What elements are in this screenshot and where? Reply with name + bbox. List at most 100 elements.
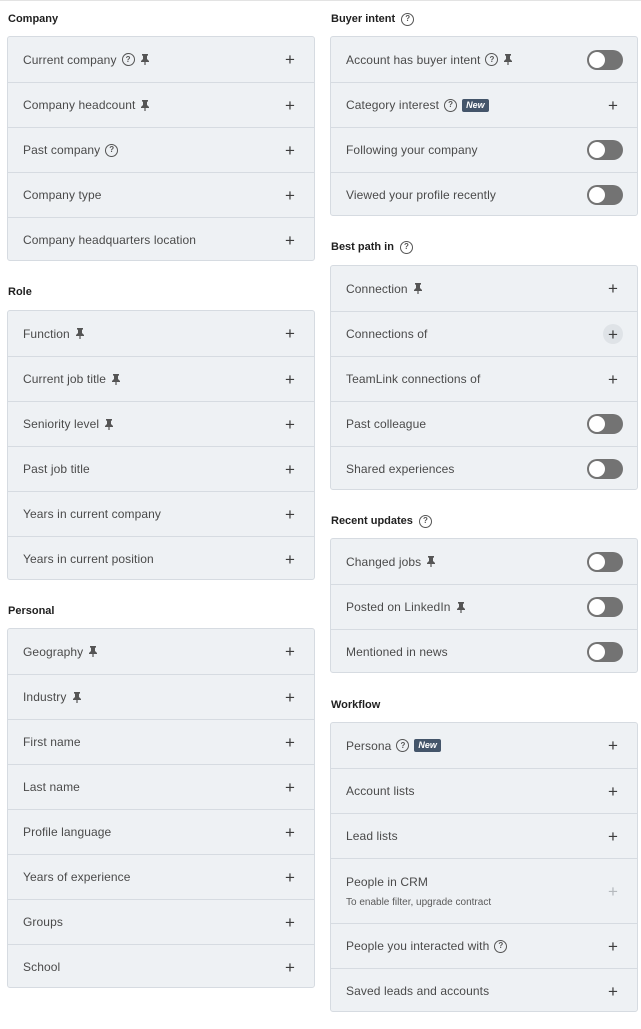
pin-icon[interactable] <box>140 99 150 111</box>
plus-icon[interactable]: + <box>280 822 300 842</box>
pin-icon[interactable] <box>503 54 513 65</box>
filter-row-years-of-experience[interactable]: Years of experience + <box>8 854 314 899</box>
plus-icon[interactable]: + <box>280 230 300 250</box>
plus-icon[interactable]: + <box>280 369 300 389</box>
filter-row-profile-language[interactable]: Profile language + <box>8 809 314 854</box>
toggle-switch[interactable] <box>587 597 623 617</box>
filter-row-past-company[interactable]: Past company? + <box>8 127 314 172</box>
filter-row-past-colleague[interactable]: Past colleague <box>331 401 637 446</box>
plus-icon[interactable]: + <box>280 642 300 662</box>
filter-row-current-company[interactable]: Current company? + <box>8 37 314 82</box>
filter-row-content: Profile language <box>23 825 280 839</box>
filter-row-function[interactable]: Function + <box>8 311 314 356</box>
filter-row-label-line: Years in current company <box>23 507 280 521</box>
filter-row-people-you-interacted-with[interactable]: People you interacted with? + <box>331 923 637 968</box>
filter-row-posted-on-linkedin[interactable]: Posted on LinkedIn <box>331 584 637 629</box>
toggle-switch[interactable] <box>587 642 623 662</box>
filter-row-current-job-title[interactable]: Current job title + <box>8 356 314 401</box>
plus-icon[interactable]: + <box>280 95 300 115</box>
filter-row-last-name[interactable]: Last name + <box>8 764 314 809</box>
help-circle-icon[interactable]: ? <box>105 143 119 157</box>
filter-row-company-headcount[interactable]: Company headcount + <box>8 82 314 127</box>
toggle-switch[interactable] <box>587 459 623 479</box>
filter-row-connection[interactable]: Connection + <box>331 266 637 311</box>
plus-icon[interactable]: + <box>603 826 623 846</box>
plus-icon[interactable]: + <box>603 324 623 344</box>
help-circle-icon[interactable]: ? <box>418 514 432 528</box>
help-circle-icon[interactable]: ? <box>401 12 415 26</box>
buyer-intent-panel: Account has buyer intent? Category intere… <box>330 36 638 216</box>
filter-row-industry[interactable]: Industry + <box>8 674 314 719</box>
filter-row-shared-experiences[interactable]: Shared experiences <box>331 446 637 491</box>
filter-row-company-type[interactable]: Company type + <box>8 172 314 217</box>
filter-row-category-interest[interactable]: Category interest? New + <box>331 82 637 127</box>
plus-icon[interactable]: + <box>280 324 300 344</box>
filter-row-label-line: Company headcount <box>23 98 280 112</box>
plus-icon[interactable]: + <box>280 867 300 887</box>
filter-row-account-has-buyer-intent[interactable]: Account has buyer intent? <box>331 37 637 82</box>
filter-label: Last name <box>23 780 80 794</box>
filter-row-geography[interactable]: Geography + <box>8 629 314 674</box>
filter-row-years-in-current-company[interactable]: Years in current company + <box>8 491 314 536</box>
plus-icon[interactable]: + <box>280 459 300 479</box>
filter-row-following-your-company[interactable]: Following your company <box>331 127 637 172</box>
pin-icon[interactable] <box>111 373 121 385</box>
plus-icon[interactable]: + <box>603 981 623 1001</box>
pin-icon[interactable] <box>88 646 98 657</box>
filter-row-seniority-level[interactable]: Seniority level + <box>8 401 314 446</box>
filter-row-groups[interactable]: Groups + <box>8 899 314 944</box>
plus-icon[interactable]: + <box>280 777 300 797</box>
toggle-switch[interactable] <box>587 185 623 205</box>
filter-row-saved-leads-and-accounts[interactable]: Saved leads and accounts + <box>331 968 637 1013</box>
toggle-switch[interactable] <box>587 551 623 572</box>
toggle-switch[interactable] <box>587 140 623 160</box>
filter-row-company-headquarters-location[interactable]: Company headquarters location + <box>8 217 314 262</box>
pin-icon[interactable] <box>140 54 150 65</box>
filter-label: Years in current position <box>23 552 154 566</box>
plus-icon[interactable]: + <box>280 732 300 752</box>
plus-icon[interactable]: + <box>280 912 300 932</box>
help-circle-icon[interactable]: ? <box>399 240 413 254</box>
plus-icon[interactable]: + <box>280 140 300 160</box>
filter-row-viewed-your-profile-recently[interactable]: Viewed your profile recently <box>331 172 637 217</box>
pin-icon[interactable] <box>426 556 436 567</box>
filter-row-years-in-current-position[interactable]: Years in current position + <box>8 536 314 581</box>
plus-icon[interactable]: + <box>280 957 300 977</box>
filter-row-people-in-crm[interactable]: People in CRM To enable filter, upgrade c… <box>331 858 637 923</box>
plus-icon[interactable]: + <box>280 50 300 70</box>
plus-icon[interactable]: + <box>280 687 300 707</box>
filter-row-first-name[interactable]: First name + <box>8 719 314 764</box>
filter-row-label-line: Changed jobs <box>346 555 587 569</box>
pin-icon[interactable] <box>456 601 466 613</box>
filter-row-teamlink-connections-of[interactable]: TeamLink connections of + <box>331 356 637 401</box>
plus-icon[interactable]: + <box>603 936 623 956</box>
toggle-switch[interactable] <box>587 414 623 434</box>
filter-row-past-job-title[interactable]: Past job title + <box>8 446 314 491</box>
plus-icon[interactable]: + <box>603 279 623 299</box>
plus-icon[interactable]: + <box>280 185 300 205</box>
filter-row-lead-lists[interactable]: Lead lists + <box>331 813 637 858</box>
help-circle-icon[interactable]: ? <box>396 739 410 752</box>
pin-icon[interactable] <box>413 283 423 294</box>
help-circle-icon[interactable]: ? <box>485 53 499 66</box>
plus-icon[interactable]: + <box>603 95 623 115</box>
plus-icon[interactable]: + <box>603 781 623 801</box>
filter-row-mentioned-in-news[interactable]: Mentioned in news <box>331 629 637 674</box>
plus-icon[interactable]: + <box>280 504 300 524</box>
filter-row-connections-of[interactable]: Connections of + <box>331 311 637 356</box>
filter-row-account-lists[interactable]: Account lists + <box>331 768 637 813</box>
plus-icon[interactable]: + <box>280 414 300 434</box>
filter-row-changed-jobs[interactable]: Changed jobs <box>331 539 637 584</box>
toggle-switch[interactable] <box>587 49 623 70</box>
plus-icon[interactable]: + <box>280 549 300 569</box>
filter-row-school[interactable]: School + <box>8 944 314 989</box>
help-circle-icon[interactable]: ? <box>494 939 508 953</box>
help-circle-icon[interactable]: ? <box>444 98 458 112</box>
pin-icon[interactable] <box>104 418 114 430</box>
help-circle-icon[interactable]: ? <box>121 53 135 66</box>
filter-row-persona[interactable]: Persona? New + <box>331 723 637 768</box>
pin-icon[interactable] <box>75 328 85 339</box>
plus-icon[interactable]: + <box>603 736 623 756</box>
plus-icon[interactable]: + <box>603 369 623 389</box>
pin-icon[interactable] <box>72 691 82 703</box>
